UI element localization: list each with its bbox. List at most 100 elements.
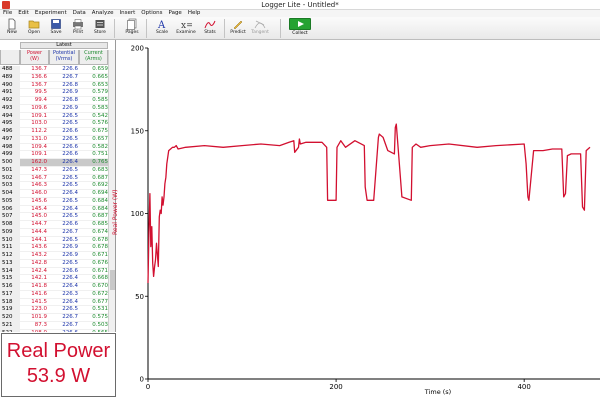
potential-cell[interactable]: 226.7	[50, 74, 78, 82]
power-cell[interactable]: 146.0	[21, 190, 47, 198]
row-number[interactable]: 522	[0, 329, 20, 332]
row-number[interactable]: 521	[0, 321, 20, 330]
current-cell[interactable]: 0.678	[82, 244, 108, 252]
examine-button[interactable]: x= Examine	[176, 18, 196, 39]
table-row[interactable]: 488 136.7 226.6 0.659	[0, 66, 108, 74]
row-number[interactable]: 508	[0, 221, 20, 229]
table-row[interactable]: 501 147.3 226.5 0.683	[0, 166, 108, 175]
table-row[interactable]: 490 136.7 226.8 0.653	[0, 81, 108, 90]
menu-data[interactable]: Data	[73, 10, 86, 17]
store-button[interactable]: Store	[90, 18, 110, 39]
potential-cell[interactable]: 226.5	[50, 182, 78, 190]
power-cell[interactable]: 123.0	[21, 306, 47, 314]
current-cell[interactable]: 0.672	[82, 291, 108, 299]
potential-cell[interactable]: 226.6	[50, 268, 78, 276]
power-cell[interactable]: 109.6	[21, 105, 47, 113]
current-cell[interactable]: 0.687	[82, 175, 108, 183]
power-cell[interactable]: 143.2	[21, 252, 47, 260]
potential-cell[interactable]: 226.6	[50, 151, 78, 159]
table-row[interactable]: 503 146.3 226.5 0.692	[0, 182, 108, 190]
table-row[interactable]: 511 143.6 226.9 0.678	[0, 244, 108, 252]
potential-cell[interactable]: 226.4	[50, 283, 78, 291]
current-cell[interactable]: 0.576	[82, 120, 108, 128]
potential-cell[interactable]: 226.8	[50, 82, 78, 90]
table-row[interactable]: 519 123.0 226.5 0.531	[0, 306, 108, 314]
potential-column-header[interactable]: Potential (Vrms)	[49, 50, 79, 65]
power-cell[interactable]: 145.4	[21, 206, 47, 214]
current-cell[interactable]: 0.579	[82, 89, 108, 97]
row-number[interactable]: 503	[0, 182, 20, 190]
current-cell[interactable]: 0.765	[82, 159, 108, 167]
row-number[interactable]: 497	[0, 135, 20, 144]
power-cell[interactable]: 144.4	[21, 229, 47, 237]
potential-cell[interactable]: 226.5	[50, 237, 78, 245]
row-number[interactable]: 505	[0, 197, 20, 206]
table-row[interactable]: 506 145.4 226.4 0.684	[0, 205, 108, 214]
menu-analyze[interactable]: Analyze	[92, 10, 114, 17]
potential-cell[interactable]: 226.9	[50, 105, 78, 113]
potential-cell[interactable]: 226.3	[50, 291, 78, 299]
potential-cell[interactable]: 226.9	[50, 89, 78, 97]
potential-cell[interactable]: 226.5	[50, 198, 78, 206]
row-number[interactable]: 511	[0, 244, 20, 252]
row-number[interactable]: 507	[0, 213, 20, 221]
power-cell[interactable]: 136.6	[21, 74, 47, 82]
row-number[interactable]: 516	[0, 283, 20, 291]
current-cell[interactable]: 0.657	[82, 136, 108, 144]
potential-cell[interactable]: 226.5	[50, 213, 78, 221]
table-row[interactable]: 512 143.2 226.9 0.671	[0, 252, 108, 260]
menu-experiment[interactable]: Experiment	[35, 10, 67, 17]
power-cell[interactable]: 109.1	[21, 113, 47, 121]
power-cell[interactable]: 144.7	[21, 221, 47, 229]
potential-cell[interactable]: 226.6	[50, 221, 78, 229]
menu-insert[interactable]: Insert	[119, 10, 135, 17]
current-cell[interactable]: 0.585	[82, 97, 108, 105]
current-cell[interactable]: 0.665	[82, 74, 108, 82]
power-cell[interactable]: 141.8	[21, 283, 47, 291]
power-chart[interactable]: 0 50 100 150 200 0 200 400 Time (s)	[118, 40, 600, 400]
scrollbar-thumb[interactable]	[110, 270, 115, 290]
row-number[interactable]: 492	[0, 97, 20, 105]
current-cell[interactable]: 0.542	[82, 113, 108, 121]
potential-cell[interactable]: 226.6	[50, 66, 78, 74]
table-row[interactable]: 493 109.6 226.9 0.583	[0, 104, 108, 113]
power-cell[interactable]: 147.3	[21, 167, 47, 175]
current-cell[interactable]: 0.575	[82, 314, 108, 322]
power-cell[interactable]: 99.4	[21, 97, 47, 105]
potential-cell[interactable]: 226.7	[50, 314, 78, 322]
power-cell[interactable]: 145.6	[21, 198, 47, 206]
table-row[interactable]: 508 144.7 226.6 0.685	[0, 221, 108, 229]
stats-button[interactable]: Stats	[200, 18, 220, 39]
potential-cell[interactable]: 226.5	[50, 120, 78, 128]
potential-cell[interactable]: 226.9	[50, 252, 78, 260]
row-number[interactable]: 494	[0, 112, 20, 121]
current-cell[interactable]: 0.583	[82, 105, 108, 113]
current-cell[interactable]: 0.687	[82, 213, 108, 221]
power-cell[interactable]: 87.3	[21, 322, 47, 330]
row-number[interactable]: 514	[0, 267, 20, 276]
current-cell[interactable]: 0.676	[82, 260, 108, 268]
potential-cell[interactable]: 226.6	[50, 144, 78, 152]
power-cell[interactable]: 112.2	[21, 128, 47, 136]
row-number[interactable]: 488	[0, 66, 20, 74]
power-cell[interactable]: 143.6	[21, 244, 47, 252]
potential-cell[interactable]: 226.6	[50, 330, 78, 333]
table-row[interactable]: 504 146.0 226.4 0.694	[0, 190, 108, 198]
save-button[interactable]: Save	[46, 18, 66, 39]
power-cell[interactable]: 145.0	[21, 213, 47, 221]
power-cell[interactable]: 142.8	[21, 260, 47, 268]
power-cell[interactable]: 142.4	[21, 268, 47, 276]
row-number[interactable]: 502	[0, 174, 20, 183]
table-row[interactable]: 500 162.0 226.4 0.765	[0, 159, 108, 167]
print-button[interactable]: Print	[68, 18, 88, 39]
table-row[interactable]: 502 146.7 226.5 0.687	[0, 174, 108, 183]
current-cell[interactable]: 0.751	[82, 151, 108, 159]
potential-cell[interactable]: 226.4	[50, 206, 78, 214]
current-cell[interactable]: 0.694	[82, 190, 108, 198]
table-row[interactable]: 494 109.1 226.5 0.542	[0, 112, 108, 121]
table-row[interactable]: 510 144.1 226.5 0.678	[0, 236, 108, 245]
current-column-header[interactable]: Current (Arms)	[79, 50, 108, 65]
table-row[interactable]: 507 145.0 226.5 0.687	[0, 213, 108, 221]
potential-cell[interactable]: 226.8	[50, 97, 78, 105]
current-cell[interactable]: 0.565	[82, 330, 108, 333]
